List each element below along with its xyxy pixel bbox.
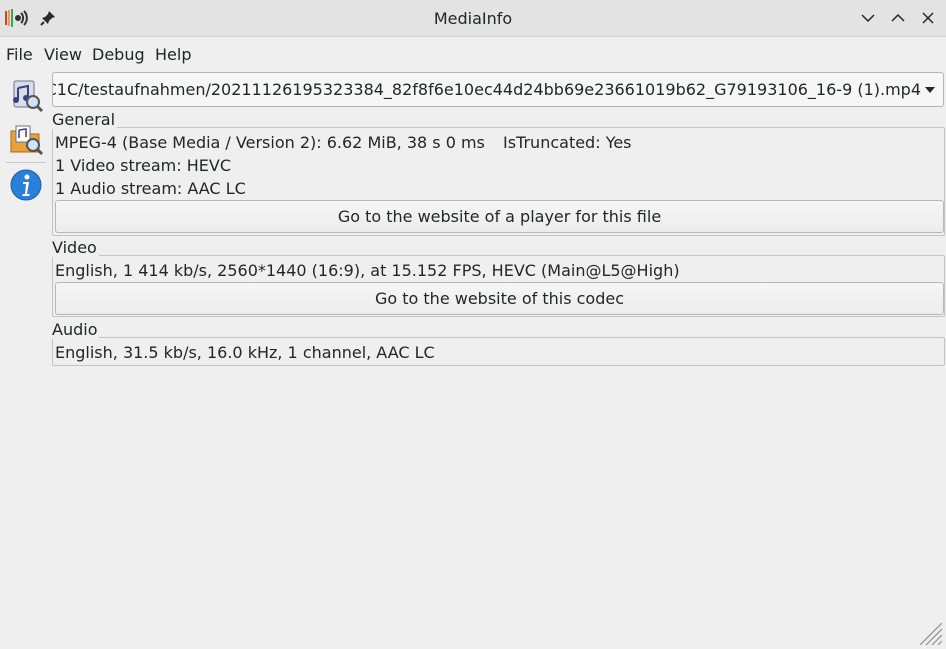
truncated-status: IsTruncated: Yes — [503, 133, 632, 152]
chevron-down-icon — [925, 87, 935, 93]
window-title: MediaInfo — [433, 9, 513, 28]
maximize-button[interactable] — [890, 10, 906, 26]
video-stream-count: 1 Video stream: HEVC — [55, 156, 231, 175]
open-file-button[interactable] — [8, 78, 44, 114]
open-file-icon — [13, 80, 44, 113]
close-icon — [922, 12, 934, 24]
sidebar-separator — [6, 162, 46, 163]
close-button[interactable] — [920, 10, 936, 26]
audio-group-title: Audio — [52, 320, 100, 339]
menu-view[interactable]: View — [44, 45, 82, 64]
chevron-up-icon — [891, 13, 905, 22]
video-group-title: Video — [52, 238, 99, 257]
audio-stream-count: 1 Audio stream: AAC LC — [55, 179, 246, 198]
video-summary: English, 1 414 kb/s, 2560*1440 (16:9), a… — [55, 261, 680, 280]
minimize-button[interactable] — [860, 10, 876, 26]
audio-summary: English, 31.5 kb/s, 16.0 kHz, 1 channel,… — [55, 343, 435, 362]
open-folder-icon — [10, 125, 44, 156]
title-bar: MediaInfo — [0, 0, 946, 37]
menu-file[interactable]: File — [6, 45, 33, 64]
general-summary: MPEG-4 (Base Media / Version 2): 6.62 Mi… — [55, 133, 485, 152]
menu-bar: File View Debug Help — [0, 37, 946, 71]
resize-grip[interactable] — [916, 619, 942, 645]
about-button[interactable] — [8, 167, 44, 203]
menu-debug[interactable]: Debug — [92, 45, 145, 64]
codec-website-button[interactable]: Go to the website of this codec — [55, 282, 944, 315]
file-path: -BC1C/testaufnahmen/20211126195323384_82… — [52, 80, 921, 99]
chevron-down-icon — [861, 14, 875, 23]
menu-help[interactable]: Help — [155, 45, 191, 64]
info-icon — [10, 169, 42, 201]
player-website-button[interactable]: Go to the website of a player for this f… — [55, 200, 944, 233]
open-folder-button[interactable] — [8, 121, 44, 157]
file-selector[interactable]: -BC1C/testaufnahmen/20211126195323384_82… — [52, 72, 944, 107]
general-group-title: General — [52, 110, 118, 129]
